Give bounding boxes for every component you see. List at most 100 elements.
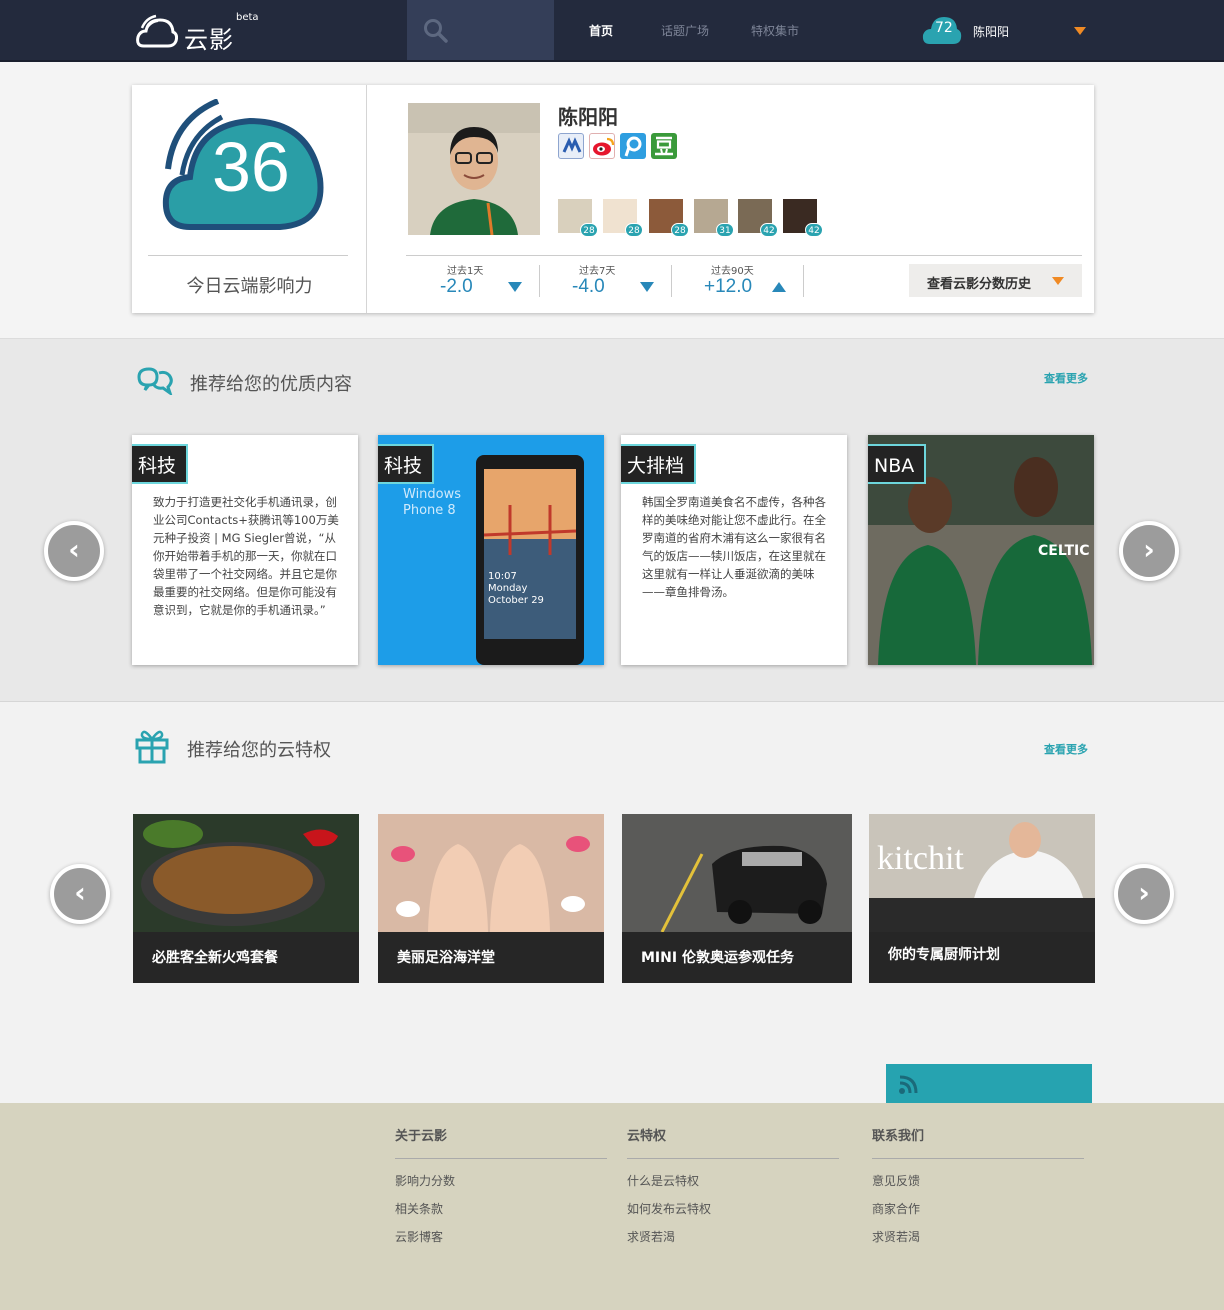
privilege-title: 必胜客全新火鸡套餐	[152, 950, 278, 966]
privilege-card[interactable]: 必胜客全新火鸡套餐	[133, 814, 359, 983]
recommended-content-section: 推荐给您的优质内容 查看更多 ‹ › 科技 致力于打造更社交化手机通讯录，创业公…	[0, 339, 1224, 702]
recommended-privileges-section: 推荐给您的云特权 查看更多 ‹ › 必胜客全新火鸡套餐 美丽足浴海洋堂 MINI…	[0, 702, 1224, 1103]
privilege-title: MINI 伦敦奥运参观任务	[641, 950, 794, 966]
see-more-link[interactable]: 查看更多	[1044, 370, 1088, 386]
privilege-title: 你的专属厨师计划	[888, 947, 1000, 963]
footer-column-about: 关于云影 影响力分数 相关条款 云影博客	[395, 1129, 607, 1244]
footer-link[interactable]: 如何发布云特权	[627, 1200, 839, 1216]
privilege-card[interactable]: 美丽足浴海洋堂	[378, 814, 604, 983]
footer-heading: 联系我们	[872, 1129, 1084, 1159]
section-title: 推荐给您的优质内容	[190, 374, 352, 395]
influence-score: 36	[212, 128, 290, 206]
nav-topics[interactable]: 话题广场	[661, 22, 709, 39]
kitchit-sign-text: kitchit	[877, 840, 964, 877]
footer-link[interactable]: 求贤若渴	[627, 1228, 839, 1244]
lock-screen-day: Monday	[488, 583, 528, 594]
friend-score-badge: 31	[716, 223, 734, 237]
jersey-text: CELTIC	[1038, 543, 1090, 559]
card-text: 致力于打造更社交化手机通讯录，创业公司Contacts+获腾讯等100万美元种子…	[153, 495, 339, 617]
footer: 关于云影 影响力分数 相关条款 云影博客 云特权 什么是云特权 如何发布云特权 …	[0, 1103, 1224, 1310]
user-score-badge: 72	[935, 20, 953, 36]
section-title: 推荐给您的云特权	[187, 740, 331, 761]
friend-score-badge: 28	[580, 223, 598, 237]
friend-avatar[interactable]: 28	[649, 199, 689, 237]
content-card[interactable]: 科技 致力于打造更社交化手机通讯录，创业公司Contacts+获腾讯等100万美…	[132, 435, 358, 665]
category-tag: 科技	[378, 444, 435, 484]
carousel-next-button[interactable]: ›	[1119, 521, 1179, 581]
logo[interactable]: 云影 beta	[136, 10, 266, 54]
carousel-next-button[interactable]: ›	[1114, 864, 1174, 924]
privilege-title: 美丽足浴海洋堂	[397, 950, 495, 966]
phone-brand-text: Windows Phone 8	[403, 487, 462, 518]
friend-score-badge: 28	[671, 223, 689, 237]
weibo-icon[interactable]	[589, 133, 615, 159]
logo-text: 云影	[184, 26, 234, 54]
trend-down-icon	[508, 282, 522, 292]
mini-car-image	[622, 814, 852, 932]
search-icon	[424, 19, 448, 43]
score-history-button[interactable]: 查看云影分数历史	[909, 264, 1082, 297]
footer-link[interactable]: 什么是云特权	[627, 1172, 839, 1188]
nav-privilege-market[interactable]: 特权集市	[751, 22, 799, 39]
user-menu[interactable]: 72 陈阳阳	[922, 14, 1092, 46]
lock-screen-date: October 29	[488, 595, 544, 606]
content-card[interactable]: CELTIC NBA	[868, 435, 1094, 665]
foot-spa-image	[378, 814, 604, 932]
avatar[interactable]	[408, 103, 540, 235]
friend-avatar[interactable]: 28	[603, 199, 643, 237]
stat-value: -4.0	[572, 276, 605, 297]
divider	[406, 255, 1082, 256]
divider	[148, 255, 348, 256]
stat-90-days: 过去90天 +12.0	[670, 262, 802, 298]
profile-card: 36 今日云端影响力 陈阳阳 28 28 28 31 42 42 过去1天 -2…	[132, 85, 1094, 313]
privilege-card[interactable]: kitchit 你的专属厨师计划	[869, 814, 1095, 983]
carousel-prev-button[interactable]: ‹	[44, 521, 104, 581]
content-card[interactable]: Windows Phone 8 10:07 Monday October 29 …	[378, 435, 604, 665]
score-panel: 36 今日云端影响力	[132, 85, 367, 313]
footer-link[interactable]: 云影博客	[395, 1228, 607, 1244]
footer-link[interactable]: 求贤若渴	[872, 1228, 1084, 1244]
friend-avatar[interactable]: 28	[558, 199, 598, 237]
friend-avatar[interactable]: 42	[783, 199, 823, 237]
friend-score-badge: 28	[625, 223, 643, 237]
stat-7-days: 过去7天 -4.0	[538, 262, 670, 298]
divider	[803, 265, 804, 297]
douban-icon[interactable]	[651, 133, 677, 159]
card-text: 韩国全罗南道美食名不虚传，各种各样的美味绝对能让您不虚此行。在全罗南道的省府木浦…	[642, 495, 826, 599]
footer-link[interactable]: 商家合作	[872, 1200, 1084, 1216]
friend-score-badge: 42	[805, 223, 823, 237]
footer-link[interactable]: 相关条款	[395, 1200, 607, 1216]
carousel-prev-button[interactable]: ‹	[50, 864, 110, 924]
stat-value: +12.0	[704, 276, 753, 297]
see-more-link[interactable]: 查看更多	[1044, 741, 1088, 757]
nav-home[interactable]: 首页	[589, 22, 613, 39]
footer-heading: 云特权	[627, 1129, 839, 1159]
dropdown-caret-icon[interactable]	[1074, 27, 1086, 35]
footer-link[interactable]: 意见反馈	[872, 1172, 1084, 1188]
footer-heading: 关于云影	[395, 1129, 607, 1159]
category-tag: NBA	[868, 444, 927, 484]
stat-value: -2.0	[440, 276, 473, 297]
gift-icon	[135, 730, 169, 764]
user-name: 陈阳阳	[973, 25, 1010, 39]
content-card[interactable]: 大排档 韩国全罗南道美食名不虚传，各种各样的美味绝对能让您不虚此行。在全罗南道的…	[621, 435, 847, 665]
dropdown-caret-icon	[1052, 277, 1064, 285]
cloud-logo-icon	[136, 14, 178, 48]
stat-1-day: 过去1天 -2.0	[406, 262, 538, 298]
profile-section: 36 今日云端影响力 陈阳阳 28 28 28 31 42 42 过去1天 -2…	[0, 62, 1224, 339]
beta-label: beta	[236, 12, 259, 23]
search-box[interactable]	[407, 0, 554, 60]
tencent-weibo-icon[interactable]	[620, 133, 646, 159]
renren-icon[interactable]	[558, 133, 584, 159]
trend-up-icon	[772, 282, 786, 292]
score-history-label: 查看云影分数历史	[927, 277, 1032, 292]
stat-label: 过去7天	[579, 266, 616, 277]
privilege-card[interactable]: MINI 伦敦奥运参观任务	[622, 814, 852, 983]
rss-button[interactable]	[886, 1064, 1092, 1103]
lock-screen-time: 10:07	[488, 571, 517, 582]
friend-avatar[interactable]: 42	[738, 199, 778, 237]
friend-avatar[interactable]: 31	[694, 199, 734, 237]
footer-column-privilege: 云特权 什么是云特权 如何发布云特权 求贤若渴	[627, 1129, 839, 1244]
chat-bubbles-icon	[137, 367, 173, 395]
footer-link[interactable]: 影响力分数	[395, 1172, 607, 1188]
